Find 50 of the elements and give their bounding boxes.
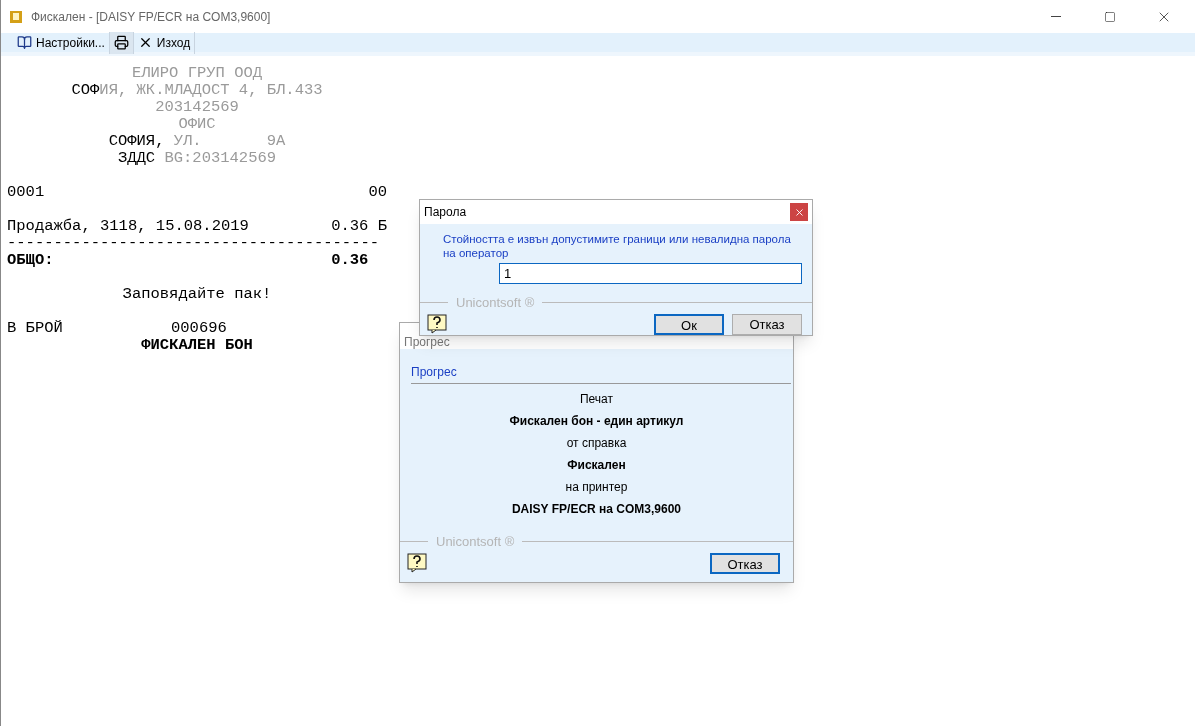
dialog-button[interactable]: Отказ (710, 552, 780, 574)
receipt-text: ИЯ, ЖК.МЛАДОСТ 4, БЛ.433 (99, 80, 323, 96)
receipt-text: ФИСКАЛЕН БОН (141, 335, 253, 351)
printer-icon (113, 35, 129, 50)
close-icon (793, 206, 805, 218)
receipt-rule: ---------------------------------------- (7, 234, 380, 252)
receipt-text: Продажба, 3118, 15.08.2019 (7, 216, 249, 232)
receipt-text: ЗДДС (117, 148, 157, 164)
app-icon (9, 9, 23, 24)
brand-label: Unicontsoft ® (456, 294, 535, 312)
window-title: Фискален - [DAISY FP/ECR на COM3,9600] (31, 8, 271, 26)
receipt-text: УЛ. 9А (173, 131, 286, 147)
book-icon (17, 35, 32, 50)
progress-text: Печат (579, 391, 614, 406)
progress-text: Фискален (567, 457, 626, 472)
brand-label: Unicontsoft ® (436, 533, 515, 551)
password-field[interactable]: 1 (499, 263, 802, 284)
minimize-icon (1051, 16, 1061, 17)
close-button[interactable] (790, 203, 808, 221)
dialog-button[interactable]: Ок (654, 313, 724, 335)
error-message: Стойността е извън допустимите граници или невалидна парола (443, 232, 791, 246)
help-icon[interactable] (427, 314, 447, 334)
receipt-text: 203142569 (155, 97, 239, 113)
dialog-title: Прогрес (404, 336, 450, 349)
receipt-text: 0.36 Б (331, 216, 387, 232)
receipt-text: BG:203142569 (164, 148, 277, 164)
receipt-text: 000696 (171, 318, 227, 334)
progress-text: на принтер (565, 479, 628, 494)
dialog-title: Парола (424, 204, 467, 221)
receipt-text: В БРОЙ (7, 318, 64, 334)
progress-text: DAISY FP/ECR на COM3,9600 (511, 501, 682, 516)
dialog-button[interactable]: Отказ (732, 313, 802, 335)
progress-text: Фискален бон - един артикул (509, 413, 684, 428)
maximize-icon (1104, 10, 1116, 23)
toolbar-button[interactable]: Настройки... (13, 31, 110, 54)
help-icon[interactable] (407, 553, 427, 573)
error-message: на оператор (443, 246, 509, 260)
toolbar-button[interactable] (109, 31, 134, 54)
receipt-text: СОФ (71, 80, 100, 96)
section-heading: Прогрес (411, 365, 457, 379)
receipt-text: 00 (368, 182, 387, 198)
toolbar-button[interactable]: Изход (133, 31, 196, 54)
receipt-text: Заповядайте пак! (122, 284, 272, 300)
receipt-text: ОБЩО: (7, 250, 54, 266)
receipt-text: СОФИЯ, (108, 131, 166, 147)
progress-text: от справка (566, 435, 627, 450)
receipt-text: ОФИС (178, 114, 216, 130)
receipt-text: ЕЛИРО ГРУП ООД (131, 63, 263, 79)
receipt-text: 0001 (7, 182, 45, 198)
receipt-text: 0.36 (331, 250, 370, 266)
